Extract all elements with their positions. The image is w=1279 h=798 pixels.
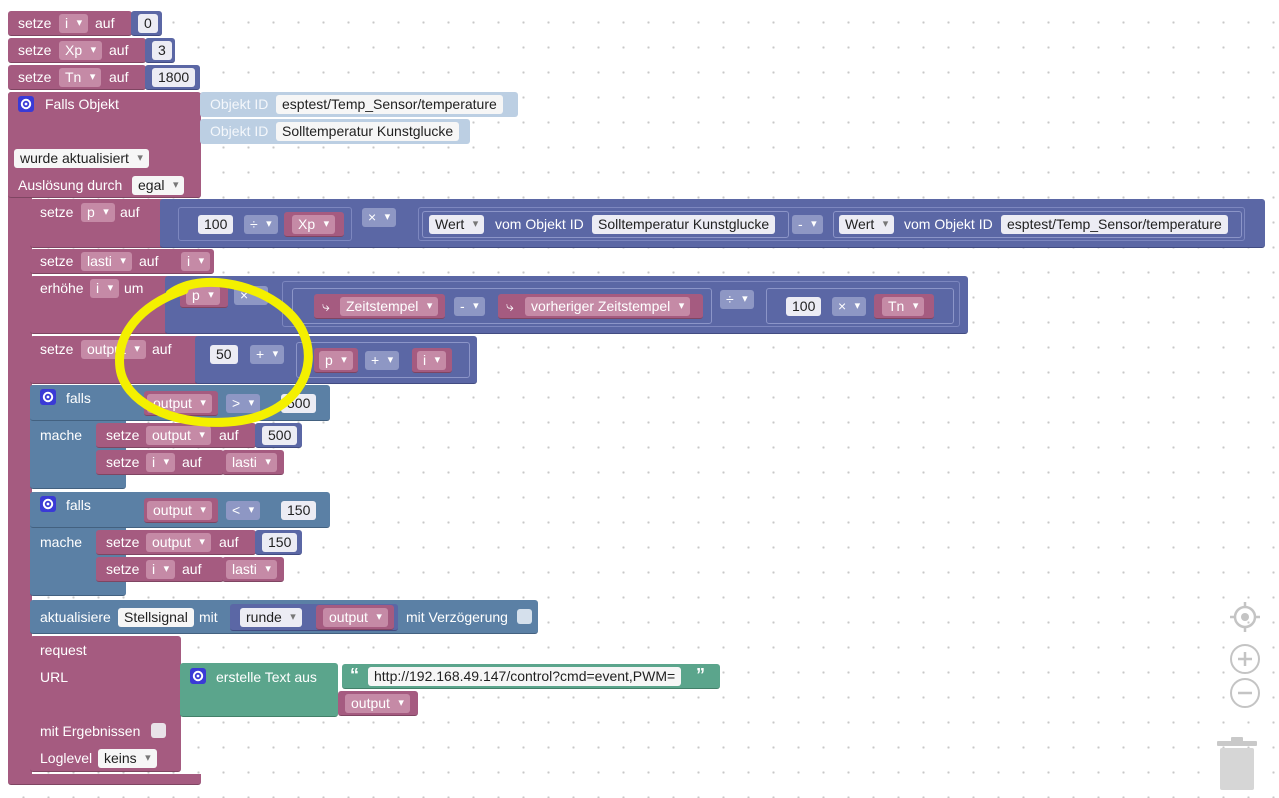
with-label: mit <box>199 609 218 625</box>
with-delay-label: mit Verzögerung <box>406 609 508 625</box>
set-label: setze <box>18 15 52 31</box>
var-dropdown-output[interactable]: output <box>345 694 410 713</box>
number-field[interactable]: 3 <box>152 41 172 60</box>
loglevel-label: Loglevel <box>40 750 93 766</box>
gear-icon[interactable] <box>190 668 206 684</box>
operator-dropdown[interactable]: - <box>792 215 823 234</box>
var-dropdown-p[interactable]: p <box>81 203 115 222</box>
operator-dropdown[interactable]: ÷ <box>720 290 754 309</box>
var-dropdown-output[interactable]: output <box>147 501 212 520</box>
value-type-dropdown[interactable]: Wert <box>429 215 485 234</box>
update-label: aktualisiere <box>40 609 111 625</box>
var-dropdown-i[interactable]: i <box>146 453 176 472</box>
var-dropdown-output[interactable]: output <box>146 533 211 552</box>
results-checkbox[interactable] <box>151 723 166 738</box>
set-label: setze <box>106 534 140 550</box>
event-title: Falls Objekt <box>45 96 119 112</box>
var-dropdown-lasti[interactable]: lasti <box>226 560 277 579</box>
number-field[interactable]: 100 <box>198 215 234 234</box>
set-label: setze <box>40 204 74 220</box>
value-type-dropdown[interactable]: Wert <box>839 215 895 234</box>
quote-open: “ <box>350 665 359 685</box>
number-field[interactable]: 0 <box>138 14 158 33</box>
create-text-label: erstelle Text aus <box>216 669 317 685</box>
object-id-field-soll[interactable]: Solltemperatur Kunstglucke <box>592 215 776 234</box>
to-label: auf <box>182 561 202 577</box>
var-dropdown-p[interactable]: p <box>319 351 353 370</box>
operator-dropdown[interactable]: ÷ <box>244 215 278 234</box>
with-results-label: mit Ergebnissen <box>40 723 141 739</box>
gear-icon[interactable] <box>18 96 34 112</box>
object-id-label: Objekt ID <box>210 96 269 112</box>
operator-dropdown[interactable]: - <box>454 297 485 316</box>
set-label: setze <box>18 42 52 58</box>
number-field[interactable]: 150 <box>262 533 298 552</box>
set-label: setze <box>106 561 140 577</box>
highlight-circle <box>115 277 313 427</box>
var-dropdown-i[interactable]: i <box>59 14 89 33</box>
var-dropdown-xp[interactable]: Xp <box>292 215 336 234</box>
trigger-label: Auslösung durch <box>18 177 123 193</box>
set-label: setze <box>18 69 52 85</box>
number-field[interactable]: 100 <box>786 297 822 316</box>
set-label: setze <box>40 253 74 269</box>
if-label: falls <box>66 497 91 513</box>
to-label: auf <box>95 15 115 31</box>
gear-icon[interactable] <box>40 389 56 405</box>
trigger-source-dropdown[interactable]: egal <box>132 176 185 195</box>
loglevel-dropdown[interactable]: keins <box>98 749 157 768</box>
prev-timestamp-dropdown[interactable]: vorheriger Zeitstempel <box>525 297 691 316</box>
zoom-out-icon[interactable] <box>1229 677 1261 709</box>
gear-icon[interactable] <box>40 496 56 512</box>
operator-dropdown[interactable]: × <box>832 297 867 316</box>
to-label: auf <box>182 454 202 470</box>
set-label: setze <box>106 454 140 470</box>
to-label: auf <box>120 204 140 220</box>
increase-label: erhöhe <box>40 280 84 296</box>
return-arrow-glyph: ⤷ <box>506 298 514 314</box>
of-object-label: vom Objekt ID <box>904 216 993 232</box>
var-dropdown-lasti[interactable]: lasti <box>226 453 277 472</box>
of-object-label: vom Objekt ID <box>495 216 584 232</box>
var-dropdown-i[interactable]: i <box>181 252 211 271</box>
object-id-field-soll[interactable]: Solltemperatur Kunstglucke <box>276 122 460 141</box>
event-block-footer <box>8 774 201 785</box>
operator-dropdown[interactable]: × <box>362 208 397 227</box>
do-label: mache <box>40 427 83 443</box>
zoom-in-icon[interactable] <box>1229 643 1261 675</box>
do-label: mache <box>40 534 83 550</box>
delay-checkbox[interactable] <box>517 609 532 624</box>
trigger-condition-dropdown[interactable]: wurde aktualisiert <box>14 149 149 168</box>
var-dropdown-lasti[interactable]: lasti <box>81 252 132 271</box>
round-dropdown[interactable]: runde <box>240 608 302 627</box>
center-target-icon[interactable] <box>1229 601 1261 633</box>
var-dropdown-xp[interactable]: Xp <box>59 41 103 60</box>
var-dropdown-tn[interactable]: Tn <box>59 68 102 87</box>
set-label: setze <box>40 341 74 357</box>
var-dropdown-i[interactable]: i <box>417 351 447 370</box>
to-label: auf <box>109 69 129 85</box>
to-label: auf <box>139 253 159 269</box>
operator-dropdown[interactable]: + <box>365 351 400 370</box>
request-label: request <box>40 642 87 658</box>
to-label: auf <box>109 42 129 58</box>
object-id-field-temp[interactable]: esptest/Temp_Sensor/temperature <box>276 95 503 114</box>
url-text-field[interactable]: http://192.168.49.147/control?cmd=event,… <box>368 667 682 686</box>
quote-close: ” <box>696 665 705 685</box>
if-label: falls <box>66 390 91 406</box>
number-field[interactable]: 150 <box>281 501 317 520</box>
return-arrow-glyph: ⤷ <box>322 298 330 314</box>
url-label: URL <box>40 669 69 685</box>
trash-icon[interactable] <box>1214 736 1260 792</box>
var-dropdown-i[interactable]: i <box>146 560 176 579</box>
timestamp-dropdown[interactable]: Zeitstempel <box>340 297 439 316</box>
object-id-field-stellsignal[interactable]: Stellsignal <box>118 608 194 627</box>
to-label: auf <box>219 534 239 550</box>
object-id-label: Objekt ID <box>210 123 269 139</box>
compare-operator-dropdown[interactable]: < <box>226 501 261 520</box>
var-dropdown-output[interactable]: output <box>323 608 388 627</box>
object-id-field-temp[interactable]: esptest/Temp_Sensor/temperature <box>1001 215 1228 234</box>
var-dropdown-tn[interactable]: Tn <box>882 297 925 316</box>
number-field[interactable]: 1800 <box>152 68 196 87</box>
